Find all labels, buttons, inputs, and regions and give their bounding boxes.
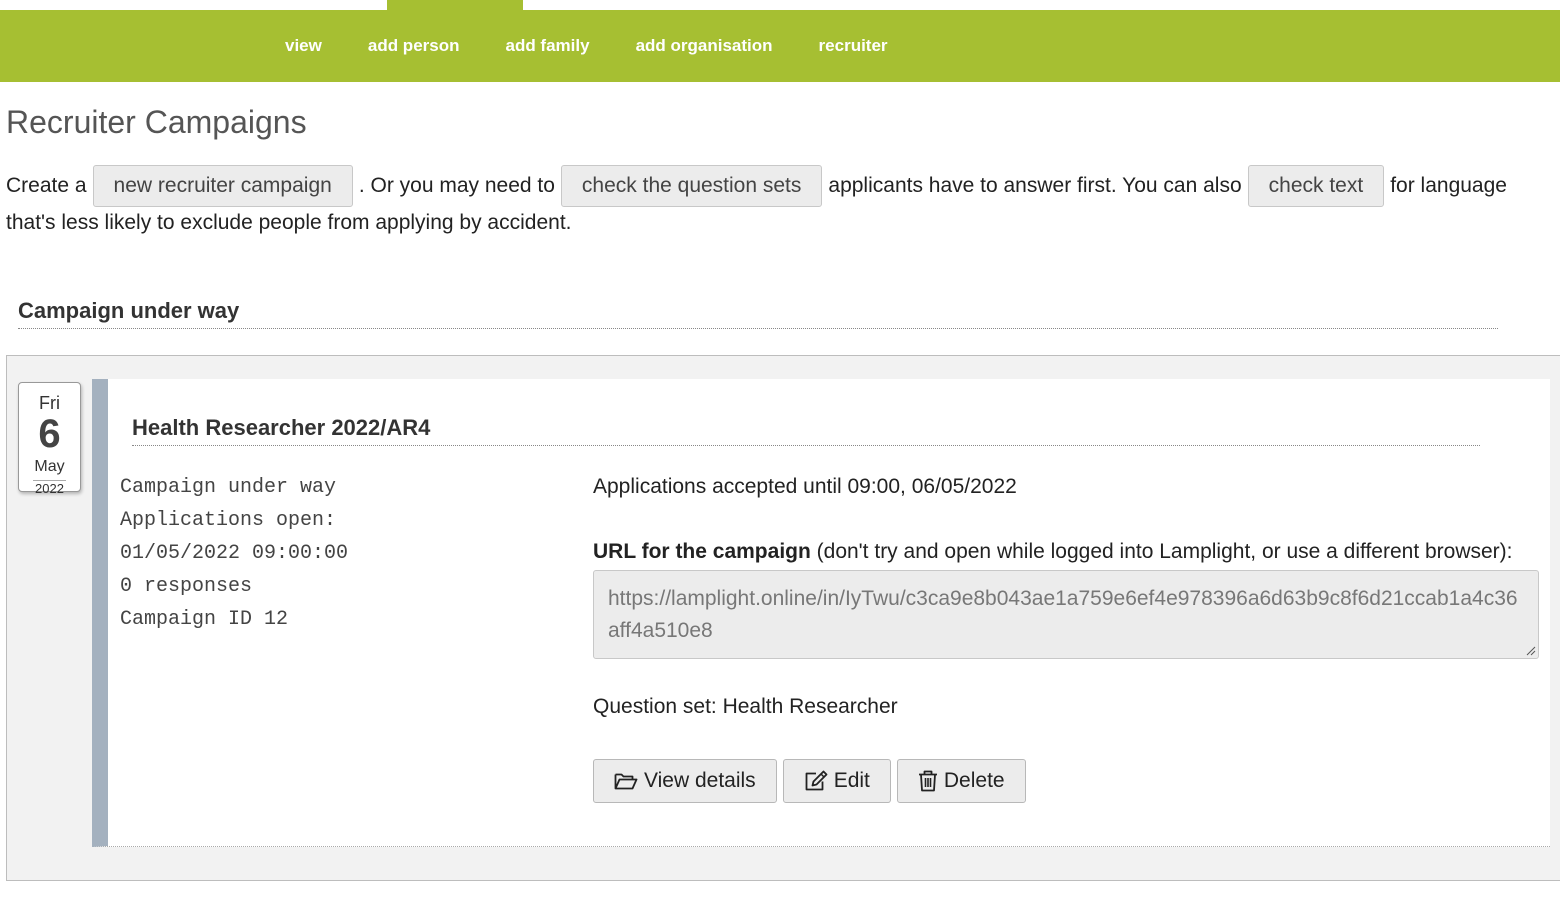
active-nav-tab-indicator bbox=[387, 0, 523, 10]
intro-paragraph: Create a new recruiter campaign . Or you… bbox=[6, 164, 1560, 242]
intro-text-2: . Or you may need to bbox=[358, 174, 555, 197]
campaign-actions: View details Edit Delete bbox=[593, 759, 1539, 803]
edit-icon bbox=[805, 770, 828, 791]
top-navigation-bar: view add person add family add organisat… bbox=[0, 10, 1560, 82]
date-year: 2022 bbox=[33, 480, 66, 496]
campaign-status: Campaign under way bbox=[120, 476, 337, 499]
nav-item-add-person[interactable]: add person bbox=[345, 36, 483, 56]
nav-items: view add person add family add organisat… bbox=[262, 10, 911, 82]
folder-open-icon bbox=[614, 773, 638, 790]
campaign-id: Campaign ID 12 bbox=[120, 608, 289, 631]
check-question-sets-button[interactable]: check the question sets bbox=[560, 165, 823, 207]
date-month: May bbox=[34, 458, 65, 475]
campaign-url-label-rest: (don't try and open while logged into La… bbox=[810, 540, 1513, 563]
view-details-label: View details bbox=[644, 769, 756, 792]
intro-text-1: Create a bbox=[6, 174, 87, 197]
delete-button[interactable]: Delete bbox=[896, 759, 1026, 803]
date-day-number: 6 bbox=[38, 412, 61, 456]
applications-accepted-until: Applications accepted until 09:00, 06/05… bbox=[593, 475, 1017, 498]
campaign-url-label-bold: URL for the campaign bbox=[593, 540, 811, 563]
page-title: Recruiter Campaigns bbox=[6, 104, 307, 140]
edit-button[interactable]: Edit bbox=[782, 759, 891, 803]
campaign-url-field[interactable]: https://lamplight.online/in/IyTwu/c3ca9e… bbox=[593, 570, 1539, 659]
date-badge: Fri 6 May 2022 bbox=[18, 382, 81, 496]
nav-item-add-organisation[interactable]: add organisation bbox=[613, 36, 796, 56]
campaign-summary: Campaign under way Applications open: 01… bbox=[120, 471, 348, 636]
campaign-url-text[interactable]: https://lamplight.online/in/IyTwu/c3ca9e… bbox=[608, 587, 1518, 642]
responses-count: 0 responses bbox=[120, 575, 253, 598]
campaign-title: Health Researcher 2022/AR4 bbox=[132, 415, 1480, 446]
section-heading: Campaign under way bbox=[18, 298, 1498, 329]
new-recruiter-campaign-button[interactable]: new recruiter campaign bbox=[92, 165, 353, 207]
intro-text-5: that's less likely to exclude people fro… bbox=[6, 211, 572, 234]
applications-open-datetime: 01/05/2022 09:00:00 bbox=[120, 542, 349, 565]
nav-item-recruiter[interactable]: recruiter bbox=[796, 36, 911, 56]
intro-text-3: applicants have to answer first. You can… bbox=[828, 174, 1242, 197]
nav-item-add-family[interactable]: add family bbox=[482, 36, 612, 56]
trash-icon bbox=[918, 770, 937, 792]
campaign-details: Applications accepted until 09:00, 06/05… bbox=[593, 471, 1539, 803]
date-day-of-week: Fri bbox=[39, 393, 60, 413]
campaign-card: Health Researcher 2022/AR4 Campaign unde… bbox=[92, 379, 1550, 847]
nav-item-view[interactable]: view bbox=[262, 36, 345, 56]
edit-label: Edit bbox=[833, 769, 870, 792]
question-set: Question set: Health Researcher bbox=[593, 695, 898, 718]
resize-grip-icon[interactable] bbox=[1526, 646, 1536, 656]
intro-text-4: for language bbox=[1390, 174, 1507, 197]
delete-label: Delete bbox=[943, 769, 1005, 792]
check-text-button[interactable]: check text bbox=[1247, 165, 1385, 207]
view-details-button[interactable]: View details bbox=[593, 759, 777, 803]
campaign-url-label: URL for the campaign (don't try and open… bbox=[593, 536, 1539, 568]
applications-open-label: Applications open: bbox=[120, 509, 337, 532]
